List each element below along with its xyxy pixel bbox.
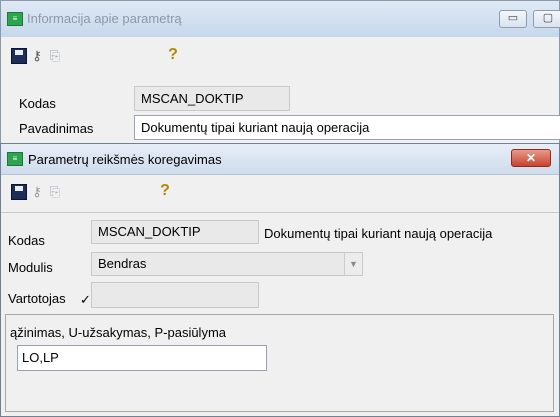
key-icon[interactable]: ⚷ <box>29 184 45 200</box>
modulis-label: Modulis <box>8 260 53 275</box>
titlebar: ≡ Informacija apie parametrą ▭ ▢ <box>1 1 560 37</box>
pavadinimas-label: Pavadinimas <box>19 121 94 136</box>
maximize-button[interactable]: ▢ <box>533 10 560 28</box>
modulis-value: Bendras <box>98 256 147 271</box>
edit-parameter-dialog: ≡ Parametrų reikšmės koregavimas ✕ ⚷ ⎘ ?… <box>0 143 560 417</box>
kodas-field[interactable]: MSCAN_DOKTIP <box>91 220 259 244</box>
chevron-down-icon[interactable]: ▼ <box>344 253 362 275</box>
value-input[interactable]: LO,LP <box>17 345 267 371</box>
app-icon: ≡ <box>7 152 23 166</box>
dialog-titlebar: ≡ Parametrų reikšmės koregavimas ✕ <box>1 144 559 175</box>
parameter-info-window: ≡ Informacija apie parametrą ▭ ▢ ⚷ ⎘ ? K… <box>0 0 560 150</box>
vartotojas-label: Vartotojas <box>8 291 66 306</box>
minimize-button[interactable]: ▭ <box>499 10 527 28</box>
key-icon[interactable]: ⚷ <box>29 48 45 64</box>
value-panel: ąžinimas, U-užsakymas, P-pasiūlyma LO,LP <box>5 314 554 412</box>
checkmark-icon: ✓ <box>80 292 91 307</box>
copy-icon[interactable]: ⎘ <box>47 48 63 64</box>
vartotojas-field[interactable] <box>91 282 259 308</box>
app-icon: ≡ <box>7 12 23 26</box>
kodas-label: Kodas <box>19 96 56 111</box>
value-hint: ąžinimas, U-užsakymas, P-pasiūlyma <box>10 325 227 340</box>
window-title: Informacija apie parametrą <box>27 11 182 26</box>
kodas-description: Dokumentų tipai kuriant naują operacija <box>264 226 493 241</box>
help-icon[interactable]: ? <box>165 47 181 63</box>
close-button[interactable]: ✕ <box>511 149 551 167</box>
help-icon[interactable]: ? <box>157 183 173 199</box>
kodas-field[interactable]: MSCAN_DOKTIP <box>134 86 290 111</box>
pavadinimas-field[interactable]: Dokumentų tipai kuriant naują operacija <box>134 115 560 140</box>
modulis-select[interactable]: Bendras ▼ <box>91 252 363 276</box>
dialog-title: Parametrų reikšmės koregavimas <box>28 152 222 167</box>
save-icon[interactable] <box>11 184 27 200</box>
kodas-label: Kodas <box>8 233 45 248</box>
copy-icon[interactable]: ⎘ <box>47 184 63 200</box>
save-icon[interactable] <box>11 48 27 64</box>
toolbar-separator <box>1 212 559 213</box>
